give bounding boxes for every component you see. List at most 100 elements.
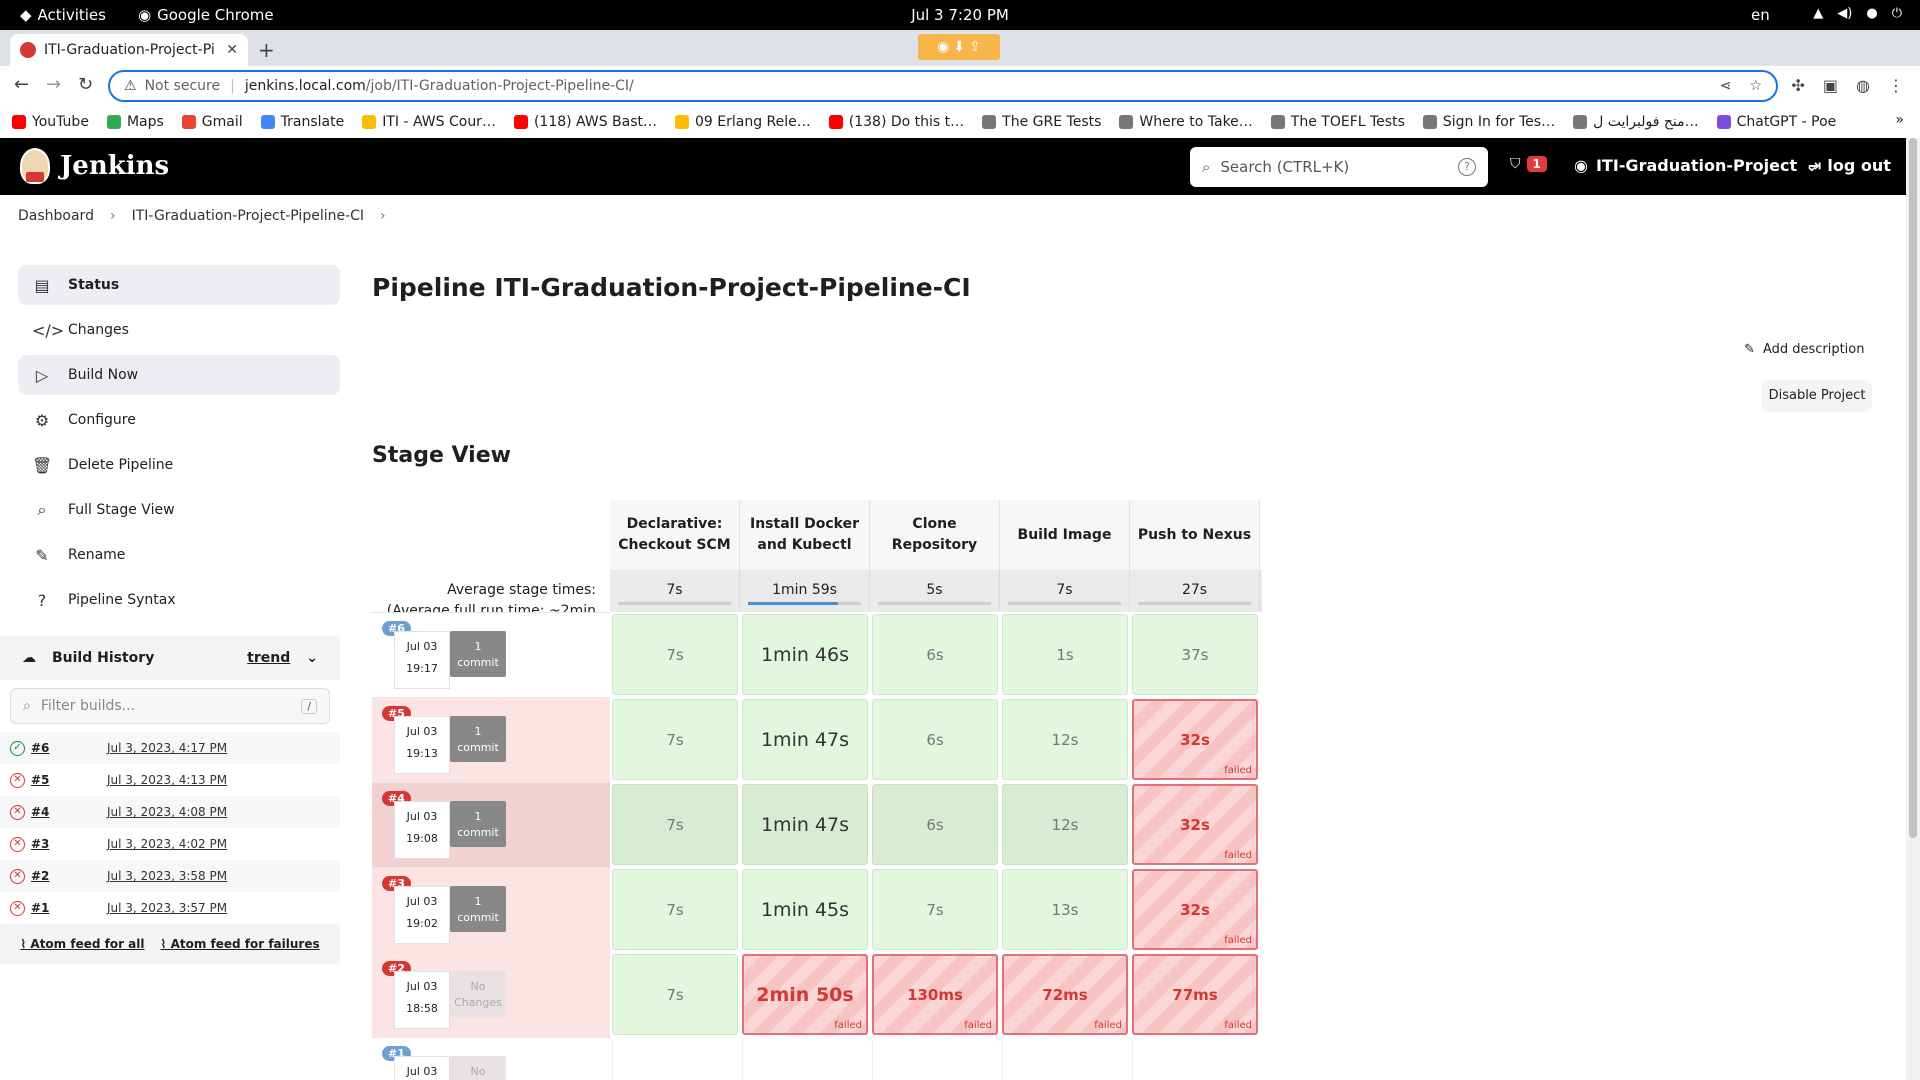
menu-icon[interactable]: ⋮ bbox=[1888, 76, 1904, 95]
forward-icon[interactable]: → bbox=[46, 74, 61, 95]
build-number-link[interactable]: #3 bbox=[31, 837, 107, 851]
profile-avatar[interactable]: ◍ bbox=[1856, 76, 1870, 95]
bookmarks-overflow-button[interactable]: » bbox=[1895, 112, 1904, 128]
commit-count-box[interactable]: No Changes bbox=[450, 971, 506, 1017]
bookmark-item[interactable]: (118) AWS Bast… bbox=[513, 114, 657, 130]
stage-cell[interactable]: 1s bbox=[1002, 614, 1128, 695]
sidebar-item-status[interactable]: ▤ Status bbox=[18, 265, 340, 305]
reload-icon[interactable]: ↻ bbox=[78, 74, 93, 95]
sidebar-item-rename[interactable]: ✎ Rename bbox=[18, 535, 340, 575]
stage-cell-failed[interactable]: 32s failed bbox=[1132, 699, 1258, 780]
stage-cell[interactable]: 1min 46s bbox=[742, 614, 868, 695]
build-history-row[interactable]: ✓ #6 Jul 3, 2023, 4:17 PM bbox=[0, 732, 340, 764]
stage-cell[interactable]: 37s bbox=[1132, 614, 1258, 695]
sidebar-item-build-now[interactable]: ▷ Build Now bbox=[18, 355, 340, 395]
user-menu[interactable]: ◉ ITI-Graduation-Project ⌄ bbox=[1574, 156, 1819, 175]
stage-cell[interactable]: 6s bbox=[872, 614, 998, 695]
build-history-row[interactable]: ✕ #2 Jul 3, 2023, 3:58 PM bbox=[0, 860, 340, 892]
add-description-link[interactable]: ✎ Add description bbox=[1744, 342, 1865, 357]
build-number-link[interactable]: #1 bbox=[31, 901, 107, 915]
bookmark-item[interactable]: Translate bbox=[260, 114, 344, 130]
bookmark-item[interactable]: The TOEFL Tests bbox=[1270, 114, 1405, 130]
build-history-row[interactable]: ✕ #5 Jul 3, 2023, 4:13 PM bbox=[0, 764, 340, 796]
scrollbar-thumb[interactable] bbox=[1909, 138, 1917, 838]
stage-cell[interactable]: 6s bbox=[872, 784, 998, 865]
breadcrumb-dashboard[interactable]: Dashboard bbox=[18, 208, 94, 224]
sidebar-item-changes[interactable]: </> Changes bbox=[18, 310, 340, 350]
stage-cell-failed[interactable]: 32s failed bbox=[1132, 869, 1258, 950]
security-alert-button[interactable]: ⛉ 1 bbox=[1510, 156, 1547, 172]
stage-cell-failed[interactable]: 72ms failed bbox=[1002, 954, 1128, 1035]
new-tab-button[interactable]: + bbox=[258, 38, 275, 62]
stage-cell[interactable]: 7s bbox=[612, 954, 738, 1035]
stage-cell-failed[interactable]: 77ms failed bbox=[1132, 954, 1258, 1035]
address-bar[interactable]: ⚠ Not secure | jenkins.local.com /job/IT… bbox=[108, 70, 1778, 102]
atom-feed-all-link[interactable]: ⌇ Atom feed for all bbox=[20, 937, 144, 951]
sidebar-item-configure[interactable]: ⚙ Configure bbox=[18, 400, 340, 440]
bookmark-item[interactable]: Where to Take… bbox=[1119, 114, 1253, 130]
search-help-icon[interactable]: ? bbox=[1458, 158, 1476, 176]
commit-count-box[interactable]: 1 commit bbox=[450, 716, 506, 762]
stage-cell[interactable]: 6s bbox=[872, 699, 998, 780]
browser-tab[interactable]: ITI-Graduation-Project-Pi ✕ bbox=[10, 34, 248, 66]
build-number-link[interactable]: #2 bbox=[31, 869, 107, 883]
bookmark-item[interactable]: Sign In for Tes… bbox=[1422, 114, 1555, 130]
jenkins-logo[interactable]: Jenkins bbox=[20, 148, 169, 184]
stage-cell[interactable]: 12s bbox=[1002, 699, 1128, 780]
build-number-link[interactable]: #5 bbox=[31, 773, 107, 787]
stage-cell-failed[interactable]: 130ms failed bbox=[872, 954, 998, 1035]
bookmark-item[interactable]: 09 Erlang Rele… bbox=[675, 114, 811, 130]
back-icon[interactable]: ← bbox=[14, 74, 29, 95]
bookmark-item[interactable]: ITI - AWS Cour… bbox=[362, 114, 496, 130]
bookmark-item[interactable]: The GRE Tests bbox=[982, 114, 1101, 130]
extensions-icon[interactable]: ✣ bbox=[1792, 76, 1805, 95]
sidebar-item-pipeline-syntax[interactable]: ? Pipeline Syntax bbox=[18, 580, 340, 620]
build-number-link[interactable]: #4 bbox=[31, 805, 107, 819]
commit-count-box[interactable]: 1 commit bbox=[450, 886, 506, 932]
stage-cell[interactable]: 7s bbox=[612, 784, 738, 865]
page-scrollbar[interactable] bbox=[1906, 138, 1920, 1080]
bookmark-item[interactable]: منح فولبرايت ل… bbox=[1573, 114, 1699, 130]
stage-cell[interactable]: 7s bbox=[612, 869, 738, 950]
chevron-down-icon[interactable]: ⌄ bbox=[306, 650, 318, 666]
extension-indicators[interactable]: ◉ ⬇ ⇪ bbox=[918, 34, 1000, 60]
build-history-row[interactable]: ✕ #4 Jul 3, 2023, 4:08 PM bbox=[0, 796, 340, 828]
stage-cell[interactable]: 13s bbox=[1002, 869, 1128, 950]
chevron-right-icon[interactable]: › bbox=[380, 208, 386, 224]
stage-cell[interactable]: 12s bbox=[1002, 784, 1128, 865]
stage-cell[interactable]: 1min 47s bbox=[742, 699, 868, 780]
build-date-link[interactable]: Jul 3, 2023, 4:02 PM bbox=[107, 837, 227, 851]
build-date-link[interactable]: Jul 3, 2023, 4:17 PM bbox=[107, 741, 227, 755]
sidebar-item-delete-pipeline[interactable]: 🗑 Delete Pipeline bbox=[18, 445, 340, 485]
stage-cell[interactable]: 7s bbox=[872, 869, 998, 950]
sidebar-item-full-stage-view[interactable]: ⌕ Full Stage View bbox=[18, 490, 340, 530]
disable-project-button[interactable]: Disable Project bbox=[1762, 380, 1872, 412]
filter-builds-input[interactable]: ⌕ Filter builds... / bbox=[10, 688, 330, 724]
logout-link[interactable]: ⇥ log out bbox=[1808, 156, 1891, 175]
side-panel-icon[interactable]: ▣ bbox=[1823, 76, 1838, 95]
breadcrumb-job[interactable]: ITI-Graduation-Project-Pipeline-CI bbox=[132, 208, 364, 224]
close-tab-icon[interactable]: ✕ bbox=[226, 42, 238, 58]
bookmark-item[interactable]: ChatGPT - Poe bbox=[1716, 114, 1836, 130]
clock[interactable]: Jul 3 7:20 PM bbox=[0, 6, 1920, 24]
stage-cell-failed[interactable]: 32s failed bbox=[1132, 784, 1258, 865]
commit-count-box[interactable]: No Changes bbox=[450, 1056, 506, 1080]
system-tray[interactable]: ▲ ◀) ● ⏻ bbox=[1813, 6, 1902, 21]
stage-cell[interactable]: 7s bbox=[612, 614, 738, 695]
bookmark-item[interactable]: (138) Do this t… bbox=[828, 114, 964, 130]
language-indicator[interactable]: en bbox=[1751, 6, 1770, 24]
bookmark-star-icon[interactable]: ☆ bbox=[1749, 78, 1762, 94]
build-date-link[interactable]: Jul 3, 2023, 3:58 PM bbox=[107, 869, 227, 883]
stage-cell[interactable]: 7s bbox=[612, 699, 738, 780]
build-history-row[interactable]: ✕ #1 Jul 3, 2023, 3:57 PM bbox=[0, 892, 340, 924]
atom-feed-failures-link[interactable]: ⌇ Atom feed for failures bbox=[161, 937, 320, 951]
stage-cell[interactable]: 1min 45s bbox=[742, 869, 868, 950]
bookmark-item[interactable]: Gmail bbox=[181, 114, 243, 130]
share-page-icon[interactable]: ⋖ bbox=[1720, 78, 1732, 94]
bookmark-item[interactable]: Maps bbox=[106, 114, 164, 130]
stage-cell[interactable]: 1min 47s bbox=[742, 784, 868, 865]
commit-count-box[interactable]: 1 commit bbox=[450, 801, 506, 847]
build-date-link[interactable]: Jul 3, 2023, 4:13 PM bbox=[107, 773, 227, 787]
commit-count-box[interactable]: 1 commit bbox=[450, 631, 506, 677]
build-date-link[interactable]: Jul 3, 2023, 4:08 PM bbox=[107, 805, 227, 819]
